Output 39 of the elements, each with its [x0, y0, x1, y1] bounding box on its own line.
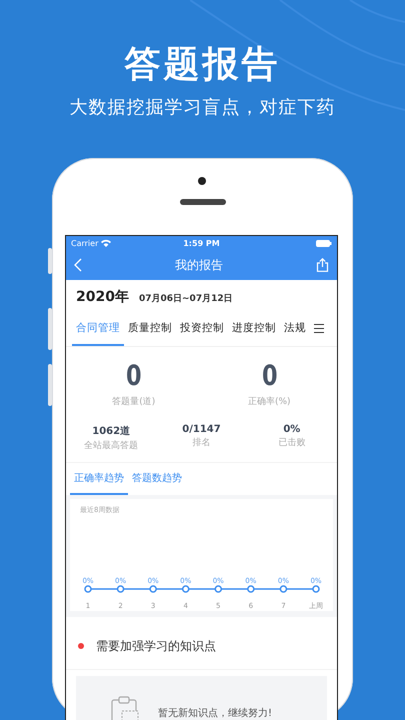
- back-icon[interactable]: [74, 258, 82, 272]
- data-point: [84, 585, 92, 593]
- stat-label: 已击败: [278, 436, 306, 449]
- data-point: [149, 585, 157, 593]
- camera-dot: [198, 177, 206, 185]
- stat-label: 排名: [192, 436, 210, 449]
- speaker-grille: [180, 199, 226, 205]
- stat-label: 全站最高答题: [84, 440, 138, 452]
- data-point: [182, 585, 190, 593]
- stat-value: 0: [126, 361, 142, 391]
- banner-title: 答题报告: [124, 44, 282, 86]
- data-point: [312, 585, 320, 593]
- status-time: 1:59 PM: [183, 238, 220, 248]
- menu-icon[interactable]: [314, 324, 324, 332]
- stat-label: 答题量(道): [112, 396, 156, 408]
- wifi-icon: [101, 239, 112, 247]
- banner-subtitle: 大数据挖掘学习盲点，对症下药: [68, 96, 336, 120]
- category-tab[interactable]: 质量控制: [124, 310, 176, 346]
- section-title: 需要加强学习的知识点: [96, 638, 216, 654]
- data-point: [247, 585, 255, 593]
- category-tab[interactable]: 投资控制: [176, 310, 228, 346]
- year-label: 2020年: [76, 288, 129, 306]
- nav-title: 我的报告: [175, 256, 223, 274]
- stat-value: 0/1147: [182, 424, 221, 435]
- bullet-dot: [78, 643, 84, 649]
- date-range: 07月06日~07月12日: [138, 292, 233, 305]
- data-point: [280, 585, 288, 593]
- stat-value: 0%: [283, 424, 300, 435]
- stat-value: 0: [261, 361, 278, 391]
- category-tab[interactable]: 进度控制: [228, 310, 280, 346]
- stat-label: 正确率(%): [248, 396, 291, 408]
- data-point: [214, 585, 222, 593]
- empty-message: 暂无新知识点，继续努力!: [158, 706, 272, 720]
- category-tab[interactable]: 法规: [280, 310, 310, 346]
- battery-icon: [316, 240, 332, 246]
- share-icon[interactable]: [316, 258, 329, 272]
- stat-value: 1062道: [92, 424, 130, 438]
- data-point: [116, 585, 124, 593]
- carrier-label: Carrier: [71, 238, 98, 248]
